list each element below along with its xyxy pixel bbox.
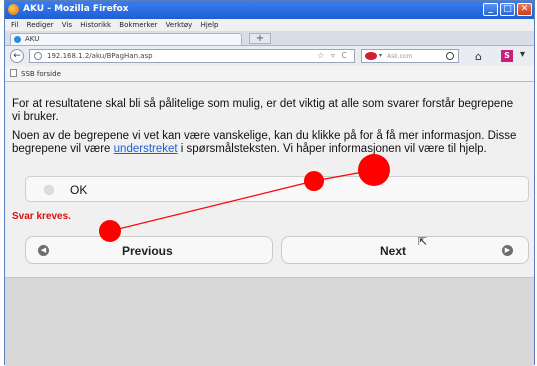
url-text: 192.168.1.2/aku/BPagHan.asp	[47, 52, 153, 60]
close-button[interactable]: ✕	[517, 3, 532, 16]
menu-item-hjelp[interactable]: Hjelp	[201, 21, 219, 29]
ok-option[interactable]: OK	[25, 176, 529, 202]
menu-item-vis[interactable]: Vis	[62, 21, 72, 29]
search-icon[interactable]	[446, 52, 454, 60]
error-message: Svar kreves.	[12, 211, 71, 222]
browser-window: AKU - Mozilla Firefox _ □ ✕ Fil Rediger …	[4, 0, 535, 366]
menu-bar: Fil Rediger Vis Historikk Bokmerker Verk…	[5, 19, 534, 31]
menu-item-rediger[interactable]: Rediger	[27, 21, 54, 29]
bookmark-page-icon	[10, 69, 17, 77]
search-placeholder: Ask.com	[387, 53, 413, 60]
tab-bar: AKU +	[5, 31, 534, 46]
page-favicon-icon	[14, 36, 21, 43]
minimize-button[interactable]: _	[483, 3, 498, 16]
home-icon[interactable]: ⌂	[475, 50, 482, 63]
tab-label: AKU	[25, 35, 40, 43]
next-button[interactable]: Next ▶	[281, 236, 529, 264]
ok-option-label: OK	[70, 183, 88, 197]
menu-item-verktoy[interactable]: Verktøy	[166, 21, 193, 29]
previous-button-label: Previous	[122, 244, 173, 258]
back-button[interactable]: ←	[10, 49, 24, 63]
intro-text: For at resultatene skal bli så pålitelig…	[12, 98, 514, 123]
firefox-icon	[8, 4, 19, 15]
page-footer-area	[5, 277, 534, 366]
bookmark-ssb-forside[interactable]: SSB forside	[21, 70, 61, 78]
mouse-cursor-icon: ⇱	[418, 235, 428, 248]
window-title: AKU - Mozilla Firefox	[23, 4, 129, 14]
url-bar[interactable]: 192.168.1.2/aku/BPagHan.asp ☆ ▿ C	[29, 49, 355, 63]
search-engine-icon[interactable]	[365, 52, 377, 60]
navigation-bar: ← 192.168.1.2/aku/BPagHan.asp ☆ ▿ C ▾ As…	[5, 46, 534, 66]
info-text-part2: i spørsmålsteksten. Vi håper informasjon…	[177, 143, 487, 155]
arrow-right-icon: ▶	[502, 245, 513, 256]
page-content: For at resultatene skal bli så pålitelig…	[5, 82, 534, 366]
tab-aku[interactable]: AKU	[10, 33, 242, 45]
new-tab-button[interactable]: +	[249, 33, 271, 44]
menu-item-bokmerker[interactable]: Bokmerker	[119, 21, 157, 29]
menu-item-fil[interactable]: Fil	[11, 21, 18, 29]
search-engine-dropdown-icon[interactable]: ▾	[379, 52, 382, 59]
globe-icon	[34, 52, 42, 60]
search-box[interactable]: ▾ Ask.com	[361, 49, 459, 63]
url-controls[interactable]: ☆ ▿ C	[317, 51, 349, 60]
previous-button[interactable]: ◀ Previous	[25, 236, 273, 264]
chevron-down-icon[interactable]: ▾	[520, 49, 525, 60]
radio-button[interactable]	[44, 185, 54, 195]
info-text: Noen av de begrepene vi vet kan være van…	[12, 130, 522, 156]
next-button-label: Next	[380, 244, 407, 258]
arrow-left-icon: ◀	[38, 245, 49, 256]
menu-item-historikk[interactable]: Historikk	[80, 21, 111, 29]
info-link[interactable]: understreket	[114, 143, 178, 155]
s-addon-icon[interactable]: S	[501, 50, 513, 62]
title-bar: AKU - Mozilla Firefox _ □ ✕	[5, 1, 534, 19]
bookmarks-bar: SSB forside	[5, 66, 534, 82]
maximize-button[interactable]: □	[500, 3, 515, 16]
